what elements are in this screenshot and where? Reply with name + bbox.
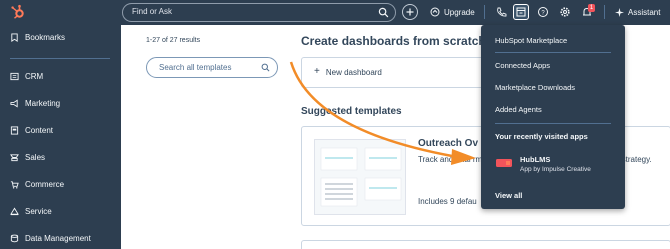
upgrade-label: Upgrade (444, 7, 475, 17)
template-search-input[interactable]: Search all templates (146, 57, 278, 78)
upgrade-icon (430, 7, 440, 17)
sidebar-divider (10, 58, 110, 59)
bookmark-icon (11, 32, 18, 42)
settings-gear-icon[interactable] (557, 4, 573, 20)
sidebar-item-commerce[interactable]: Commerce (10, 177, 64, 191)
svg-text:?: ? (541, 10, 545, 16)
template-includes: Includes 9 defau (418, 197, 477, 206)
notification-count-badge: 1 (588, 4, 595, 12)
global-search-input[interactable]: Find or Ask (122, 3, 396, 22)
template-thumbnail (314, 139, 406, 215)
database-icon (10, 234, 19, 242)
marketplace-button[interactable] (513, 4, 529, 20)
marketplace-dropdown-menu: HubSpot Marketplace Connected Apps Marke… (481, 25, 625, 209)
global-search-label: Find or Ask (132, 7, 173, 16)
template-title[interactable]: Outreach Ov (418, 138, 478, 149)
sidebar-item-label: CRM (25, 71, 44, 81)
sidebar-item-label: Sales (25, 152, 46, 162)
sales-icon (10, 153, 19, 161)
sidebar-item-marketing[interactable]: Marketing (10, 96, 60, 110)
content-icon (10, 125, 19, 135)
menu-divider (495, 123, 611, 124)
view-all-link[interactable]: View all (495, 191, 522, 200)
service-icon (10, 206, 19, 215)
sidebar-item-label: Bookmarks (25, 32, 66, 42)
menu-item-hubspot-marketplace[interactable]: HubSpot Marketplace (495, 36, 567, 45)
search-icon[interactable] (261, 63, 270, 72)
topbar-divider (604, 5, 605, 19)
hubspot-logo-icon[interactable] (10, 4, 26, 20)
sidebar-item-sales[interactable]: Sales (10, 150, 45, 164)
assistant-button[interactable]: Assistant (615, 4, 660, 20)
recent-apps-heading: Your recently visited apps (495, 132, 588, 141)
create-dashboards-heading: Create dashboards from scratch (301, 34, 486, 48)
dashboard-preview-image (320, 147, 402, 207)
plus-icon (406, 8, 414, 16)
sidebar-item-label: Marketing (25, 98, 61, 108)
sidebar-item-bookmarks[interactable]: Bookmarks (10, 30, 65, 44)
topbar-divider (484, 5, 485, 19)
top-navigation-bar: Find or Ask Upgrade ? 1 Assistant (0, 0, 670, 25)
menu-item-added-agents[interactable]: Added Agents (495, 105, 542, 114)
sidebar-item-label: Service (25, 206, 52, 216)
cart-icon (10, 180, 19, 189)
new-dashboard-label: New dashboard (325, 68, 382, 77)
recent-app-name[interactable]: HubLMS (520, 155, 550, 164)
menu-item-marketplace-downloads[interactable]: Marketplace Downloads (495, 83, 575, 92)
upgrade-button[interactable]: Upgrade (430, 4, 475, 20)
sidebar-item-label: Content (25, 125, 54, 135)
suggested-templates-heading: Suggested templates (301, 106, 402, 117)
menu-divider (495, 52, 611, 53)
menu-item-connected-apps[interactable]: Connected Apps (495, 61, 550, 70)
megaphone-icon (10, 99, 18, 107)
template-card[interactable] (301, 240, 670, 249)
new-dashboard-content: + New dashboard (314, 66, 382, 78)
results-count: 1-27 of 27 results (146, 37, 201, 44)
plus-icon: + (314, 66, 320, 77)
sidebar-item-service[interactable]: Service (10, 204, 52, 218)
sidebar-item-label: Data Management (25, 233, 91, 243)
sidebar-item-crm[interactable]: CRM (10, 69, 43, 83)
quick-create-button[interactable] (402, 4, 418, 20)
assistant-label: Assistant (628, 7, 661, 17)
crm-icon (10, 72, 19, 80)
search-icon[interactable] (378, 7, 389, 18)
sparkle-icon (615, 7, 624, 17)
recent-app-publisher: App by Impulse Creative (520, 166, 591, 173)
sidebar: Bookmarks CRM Marketing Content Sales Co… (0, 25, 121, 249)
hublms-app-logo-icon[interactable] (496, 158, 512, 168)
phone-icon[interactable] (493, 4, 509, 20)
sidebar-item-content[interactable]: Content (10, 123, 53, 137)
marketplace-icon (516, 7, 526, 17)
sidebar-item-label: Commerce (25, 179, 65, 189)
template-search-placeholder: Search all templates (159, 63, 232, 72)
sidebar-item-data-management[interactable]: Data Management (10, 231, 91, 245)
help-icon[interactable]: ? (535, 4, 551, 20)
